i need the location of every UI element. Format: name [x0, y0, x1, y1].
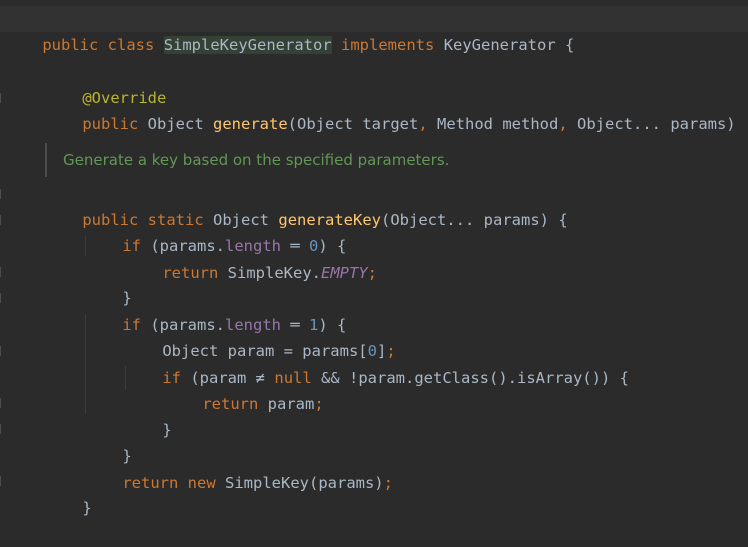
code-line-3[interactable]: public Object generate(Object target, Me… — [45, 85, 735, 133]
code-line-8[interactable]: if (params.length ═ 1) { — [85, 286, 346, 334]
doc-comment-bar — [45, 143, 47, 177]
fold-marker[interactable] — [0, 267, 4, 277]
method-name: generate — [213, 115, 288, 133]
param: (Object target — [287, 115, 419, 133]
fold-marker[interactable] — [0, 93, 4, 103]
keyword: implements — [341, 36, 435, 54]
semicolon: ; — [367, 264, 378, 282]
doc-comment[interactable]: Generate a key based on the specified pa… — [63, 147, 449, 173]
param: Method method — [427, 115, 559, 133]
brace: } — [82, 499, 92, 517]
interface-name: KeyGenerator — [443, 36, 556, 54]
semicolon: ; — [314, 395, 324, 413]
keyword: return — [122, 474, 179, 492]
code-line-4[interactable]: public static Object generateKey(Object.… — [45, 181, 567, 229]
code-line-12[interactable]: } — [125, 391, 171, 439]
semicolon: ; — [383, 474, 393, 492]
keyword: public — [82, 115, 139, 133]
call: SimpleKey(params) — [215, 474, 384, 492]
code-line-7[interactable]: } — [85, 259, 131, 307]
code-editor[interactable]: public class SimpleKeyGenerator implemen… — [0, 0, 748, 517]
code-line-15[interactable]: } — [45, 469, 91, 517]
fold-marker[interactable] — [0, 215, 4, 225]
code-line-13[interactable]: } — [85, 417, 131, 465]
fold-marker[interactable] — [0, 346, 4, 356]
brace: } — [162, 421, 172, 439]
value: param — [258, 395, 315, 413]
params: (Object... params) { — [381, 211, 568, 229]
fold-marker[interactable] — [0, 293, 4, 303]
keyword: new — [187, 474, 216, 492]
code-line-5[interactable]: if (params.length ═ 0) { — [85, 207, 346, 255]
keyword: class — [107, 36, 155, 54]
code-line-9[interactable]: Object param = params[0]; — [125, 312, 395, 360]
comma: , — [558, 115, 568, 133]
keyword: public — [42, 36, 99, 54]
fold-marker[interactable] — [0, 424, 4, 434]
code-line-2[interactable]: @Override — [45, 59, 166, 107]
class-ref: SimpleKey. — [227, 264, 321, 282]
brace: { — [565, 36, 575, 54]
code-line-11[interactable]: return param; — [165, 365, 323, 413]
comma: , — [418, 115, 428, 133]
fold-marker[interactable] — [0, 476, 4, 486]
fold-marker[interactable] — [0, 398, 4, 408]
class-name: SimpleKeyGenerator — [163, 36, 332, 54]
expr: && !param.getClass().isArray()) { — [311, 369, 629, 387]
return-type: Object — [147, 115, 204, 133]
static-field: EMPTY — [321, 264, 368, 282]
code-line-10[interactable]: if (param ≠ null && !param.getClass().is… — [125, 339, 629, 387]
code-line-1[interactable]: public class SimpleKeyGenerator implemen… — [5, 6, 574, 54]
keyword: return — [162, 264, 219, 282]
param: Object... params) — [567, 115, 736, 133]
fold-marker[interactable] — [0, 189, 4, 199]
code-line-14[interactable]: return new SimpleKey(params); — [85, 444, 393, 492]
code-line-6[interactable]: return SimpleKey.EMPTY; — [125, 234, 377, 282]
keyword: return — [202, 395, 259, 413]
